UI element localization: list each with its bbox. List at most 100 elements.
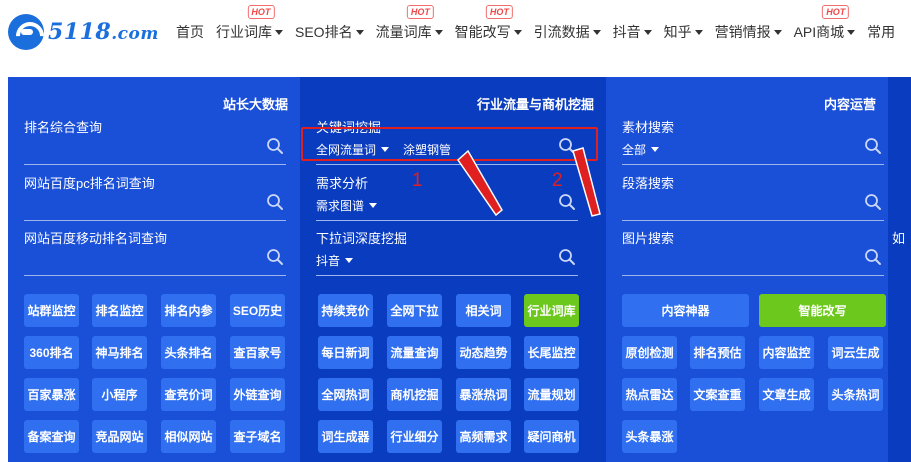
- search-icon[interactable]: [266, 137, 284, 155]
- nav-item[interactable]: 营销情报: [715, 22, 782, 42]
- nav-item[interactable]: 流量词库 HOT: [375, 5, 443, 42]
- query-field[interactable]: 图片搜索: [622, 228, 884, 276]
- query-field[interactable]: 素材搜索 全部: [622, 117, 884, 165]
- query-select[interactable]: 全部: [622, 141, 660, 158]
- chevron-down-icon: [369, 203, 378, 208]
- query-field[interactable]: 段落搜索: [622, 173, 884, 221]
- annotation-number-2: 2: [552, 170, 563, 191]
- tool-button[interactable]: 头条暴涨: [622, 420, 677, 453]
- tool-button[interactable]: 热点雷达: [622, 378, 677, 411]
- tool-button[interactable]: 排名预估: [690, 336, 745, 369]
- tool-button-wide[interactable]: 智能改写: [759, 294, 886, 327]
- query-select[interactable]: 需求图谱: [316, 197, 378, 214]
- tool-button[interactable]: 疑问商机: [524, 420, 579, 453]
- query-label: 网站百度移动排名词查询: [24, 231, 168, 246]
- tool-button[interactable]: 站群监控: [24, 294, 79, 327]
- select-value: 需求图谱: [316, 199, 365, 213]
- nav-item[interactable]: 引流数据: [534, 22, 601, 42]
- query-field[interactable]: 需求分析 需求图谱: [316, 173, 578, 221]
- tool-button[interactable]: 商机挖掘: [387, 378, 442, 411]
- tool-button[interactable]: 每日新词: [318, 336, 373, 369]
- tool-button[interactable]: SEO历史: [230, 294, 285, 327]
- search-icon[interactable]: [864, 248, 882, 266]
- query-field[interactable]: 下拉词深度挖掘 抖音: [316, 228, 578, 276]
- nav-item[interactable]: 智能改写 HOT: [454, 5, 522, 42]
- tool-button[interactable]: 查子域名: [230, 420, 285, 453]
- chevron-down-icon: [694, 29, 703, 35]
- nav-item-label: 流量词库: [375, 24, 432, 40]
- nav-item[interactable]: 知乎: [664, 22, 703, 42]
- tool-button[interactable]: 流量查询: [387, 336, 442, 369]
- tool-button[interactable]: 小程序: [92, 378, 147, 411]
- tool-button[interactable]: 内容监控: [759, 336, 814, 369]
- chevron-down-icon: [773, 29, 782, 35]
- nav-item[interactable]: 首页: [176, 22, 204, 42]
- tool-button[interactable]: 查竞价词: [161, 378, 216, 411]
- tool-button[interactable]: 原创检测: [622, 336, 677, 369]
- tool-button[interactable]: 高频需求: [456, 420, 511, 453]
- tool-button[interactable]: 排名内参: [161, 294, 216, 327]
- nav-item-label: 行业词库: [216, 24, 272, 40]
- chevron-down-icon: [592, 29, 601, 35]
- tool-button[interactable]: 动态趋势: [456, 336, 511, 369]
- chevron-down-icon: [651, 147, 660, 152]
- query-select[interactable]: 抖音: [316, 252, 354, 269]
- tool-button[interactable]: 备案查询: [24, 420, 79, 453]
- nav-item[interactable]: 抖音: [613, 22, 652, 42]
- hot-badge: HOT: [406, 5, 434, 19]
- chevron-down-icon: [434, 29, 443, 35]
- query-field[interactable]: 网站百度移动排名词查询: [24, 228, 286, 276]
- query-label: 图片搜索: [622, 231, 675, 246]
- column-title: 内容运营: [823, 97, 876, 112]
- search-icon[interactable]: [558, 193, 576, 211]
- search-icon[interactable]: [266, 248, 284, 266]
- tool-button[interactable]: 查百家号: [230, 336, 285, 369]
- tool-button[interactable]: 词生成器: [318, 420, 373, 453]
- nav-item-label: SEO排名: [295, 24, 353, 40]
- tool-button[interactable]: 360排名: [24, 336, 79, 369]
- tool-button[interactable]: 文案查重: [690, 378, 745, 411]
- main-nav: 首页 行业词库 HOT SEO排名 流量词库 HOT 智能改写 HOT 引流数据 抖音 知乎 营销情报…: [176, 0, 907, 64]
- tool-button[interactable]: 流量规划: [524, 378, 579, 411]
- nav-item[interactable]: 常用: [867, 22, 895, 42]
- chevron-down-icon: [643, 29, 652, 35]
- query-label: 下拉词深度挖掘: [316, 231, 408, 246]
- tool-button[interactable]: 头条排名: [161, 336, 216, 369]
- tool-button[interactable]: 百家暴涨: [24, 378, 79, 411]
- query-field[interactable]: 排名综合查询: [24, 117, 286, 165]
- tool-button[interactable]: 竞品网站: [92, 420, 147, 453]
- query-label: 需求分析: [316, 176, 369, 191]
- select-value: 抖音: [316, 254, 341, 268]
- search-icon[interactable]: [266, 193, 284, 211]
- tool-button[interactable]: 持续竞价: [318, 294, 373, 327]
- nav-item-label: API商城: [793, 24, 845, 40]
- tool-button[interactable]: 行业细分: [387, 420, 442, 453]
- nav-item-label: 智能改写: [454, 24, 511, 40]
- nav-item[interactable]: SEO排名: [295, 22, 364, 42]
- tool-button[interactable]: 全网下拉: [387, 294, 442, 327]
- tool-button-wide[interactable]: 内容神器: [622, 294, 749, 327]
- tool-button[interactable]: 全网热词: [318, 378, 373, 411]
- site-logo[interactable]: 5118.com: [8, 14, 159, 50]
- tool-button[interactable]: 长尾监控: [524, 336, 579, 369]
- tool-button[interactable]: 词云生成: [828, 336, 883, 369]
- nav-item[interactable]: API商城 HOT: [793, 5, 856, 42]
- top-navigation-bar: 5118.com 首页 行业词库 HOT SEO排名 流量词库 HOT 智能改写 HOT 引流数…: [0, 0, 911, 64]
- tool-button[interactable]: 行业词库: [524, 294, 579, 327]
- tool-button[interactable]: 相关词: [456, 294, 511, 327]
- query-field[interactable]: 网站百度pc排名词查询: [24, 173, 286, 221]
- tool-button[interactable]: 外链查询: [230, 378, 285, 411]
- tool-button[interactable]: 相似网站: [161, 420, 216, 453]
- annotation-highlight-box: [301, 127, 598, 161]
- tool-button[interactable]: 文章生成: [759, 378, 814, 411]
- tool-button[interactable]: 神马排名: [92, 336, 147, 369]
- tool-button[interactable]: 排名监控: [92, 294, 147, 327]
- tool-button[interactable]: 头条热词: [828, 378, 883, 411]
- search-icon[interactable]: [864, 193, 882, 211]
- search-icon[interactable]: [864, 137, 882, 155]
- search-icon[interactable]: [558, 248, 576, 266]
- tool-button[interactable]: 暴涨热词: [456, 378, 511, 411]
- nav-item[interactable]: 行业词库 HOT: [216, 5, 283, 42]
- column-partial: 如: [888, 77, 911, 462]
- hot-badge: HOT: [247, 5, 275, 19]
